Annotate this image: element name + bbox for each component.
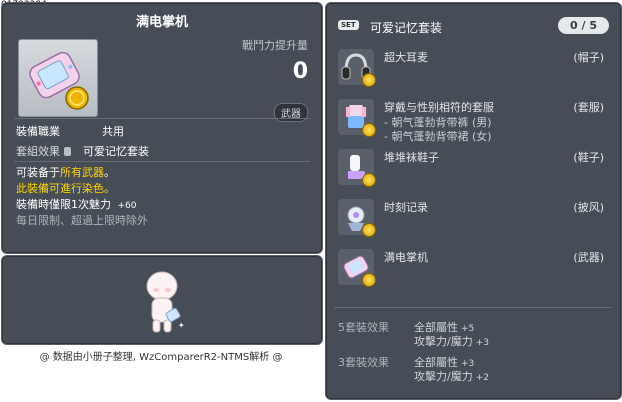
set-item-name: 时刻记录 (384, 201, 428, 214)
desc-limit: 每日限制、超過上限時除外 (16, 214, 148, 227)
set-item-variant: - 朝气蓬勃背带裙 (女) (384, 130, 492, 143)
set-item: 穿戴与性别相符的套服 (套服) - 朝气蓬勃背带裤 (男) - 朝气蓬勃背带裙 … (338, 99, 610, 145)
desc-charm-text: 裝備時僅限1次魅力 (16, 198, 111, 211)
outfit-icon (338, 99, 376, 137)
power-label: 戰鬥力提升量 (242, 39, 308, 52)
handheld-console-icon (29, 51, 89, 110)
power-value: 0 (292, 59, 308, 84)
character-avatar: ✦ (146, 271, 185, 333)
set-effect-panel: SET 可爱记忆套装 0 / 5 超大耳麦 (帽子) 穿戴与性别相符的套服 (套… (325, 2, 622, 400)
category-badge: 武器 (274, 103, 308, 122)
job-label: 裝備職業 (16, 125, 60, 138)
job-row: 裝備職業 共用 (16, 123, 124, 139)
job-value: 共用 (102, 125, 124, 138)
set-badge: SET (338, 20, 359, 30)
set-effect-label: 5套裝效果 (338, 321, 389, 334)
item-title: 满电掌机 (135, 15, 188, 30)
desc-equip: 可装备于所有武器。 (16, 164, 115, 180)
headphones-icon (338, 49, 376, 87)
divider (14, 161, 310, 162)
desc-dye: 此裝備可進行染色。 (16, 182, 115, 195)
set-item-type: (套服) (573, 101, 604, 114)
set-item-name: 穿戴与性别相符的套服 (384, 101, 494, 114)
coin-icon (362, 173, 376, 187)
set-item-type: (武器) (573, 251, 604, 264)
set-effect-label: 3套裝效果 (338, 356, 389, 369)
set-row: 套組效果 可爱记忆套装 (16, 143, 149, 159)
cape-icon (338, 199, 376, 237)
set-item-type: (鞋子) (573, 151, 604, 164)
avatar-preview-panel: ✦ (1, 255, 323, 345)
desc-charm: 裝備時僅限1次魅力 +60 (16, 196, 137, 212)
set-count: 0 / 5 (558, 17, 609, 34)
set-item: 堆堆袜鞋子 (鞋子) (338, 149, 610, 189)
coin-icon (362, 73, 376, 87)
set-item-type: (披风) (573, 201, 604, 214)
set-item: 满电掌机 (武器) (338, 249, 610, 289)
svg-text:✦: ✦ (178, 321, 185, 330)
set-value: 可爱记忆套装 (83, 145, 149, 158)
set-item: 超大耳麦 (帽子) (338, 49, 610, 89)
desc-equip-prefix: 可装备于 (16, 166, 60, 179)
coin-icon (362, 223, 376, 237)
coin-icon (362, 123, 376, 137)
item-tooltip-panel: 满电掌机 戰鬥力提升量 0 武器 裝備職業 共用 套組效果 可爱记忆套装 可装备于… (1, 2, 323, 254)
coin-icon (362, 273, 376, 287)
set-effect-3: 3套裝效果 全部屬性 +3 攻擊力/魔力 +2 (338, 354, 489, 383)
effect-stat: 攻擊力/魔力 (414, 335, 473, 348)
item-icon-frame (18, 39, 98, 117)
shoes-icon (338, 149, 376, 187)
effect-stat: 攻擊力/魔力 (414, 370, 473, 383)
lock-icon (64, 147, 71, 156)
set-item-name: 超大耳麦 (384, 51, 428, 64)
set-item-type: (帽子) (573, 51, 604, 64)
desc-charm-value: +60 (117, 201, 137, 211)
desc-equip-suffix: 。 (104, 166, 115, 179)
effect-value: +2 (475, 373, 489, 383)
handheld-console-icon (338, 249, 376, 287)
divider (14, 118, 310, 119)
credit-footer: @ 数据由小册子整理, WzComparerR2-NTMS解析 @ (39, 352, 283, 363)
set-item-name: 堆堆袜鞋子 (384, 151, 439, 164)
desc-equip-highlight: 所有武器 (60, 166, 104, 179)
set-item: 时刻记录 (披风) (338, 199, 610, 239)
set-label: 套組效果 (16, 145, 60, 158)
effect-value: +3 (475, 338, 489, 348)
set-item-name: 满电掌机 (384, 251, 428, 264)
divider (334, 307, 612, 308)
set-effect-5: 5套裝效果 全部屬性 +5 攻擊力/魔力 +3 (338, 319, 489, 348)
set-name: 可爱记忆套装 (370, 21, 443, 35)
